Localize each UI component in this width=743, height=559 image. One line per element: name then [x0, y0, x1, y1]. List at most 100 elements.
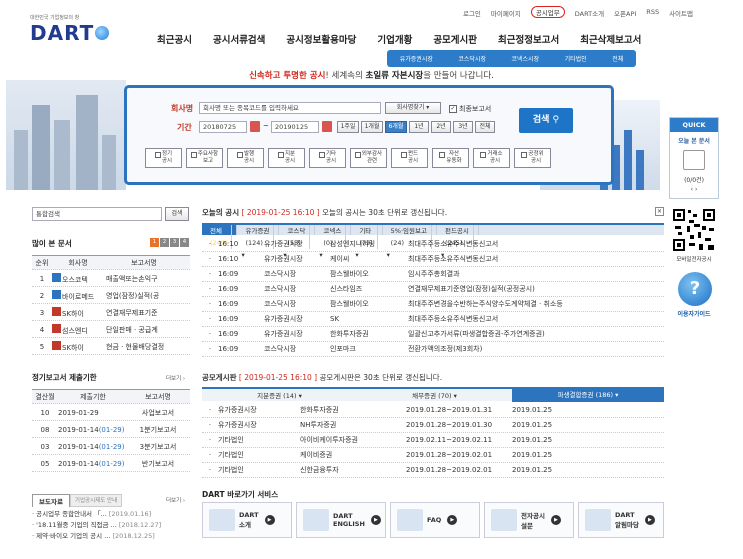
company-input[interactable]: 회사명 또는 종목코드를 입력하세요 [199, 102, 381, 114]
page-2-button[interactable]: 2 [160, 238, 169, 247]
company-cell[interactable]: SK하이 [52, 341, 106, 353]
periodic-more-link[interactable]: 더보기 › [166, 374, 185, 382]
category-ftc[interactable]: 공정위 공시 [514, 148, 551, 168]
tab-kospi[interactable]: 유가증권 (124) ▾ [237, 225, 280, 259]
calendar-icon[interactable] [322, 121, 332, 132]
table-row[interactable]: · 기타법인 아이비케이투자증권 2019.02.11~2019.02.11 2019.… [202, 433, 664, 448]
service-dart-english[interactable]: DART ENGLISH ▶ [296, 502, 386, 538]
report-name[interactable]: 영업(잠정)실적(공 [106, 291, 190, 301]
report-name[interactable]: 단일판매 · 공급계 [106, 325, 190, 335]
company-cell[interactable]: 한화투자증권 [330, 329, 408, 339]
page-3-button[interactable]: 3 [170, 238, 179, 247]
category-abs[interactable]: 자산 유동화 [432, 148, 469, 168]
category-major[interactable]: 주요사항 보고 [186, 148, 223, 168]
list-item[interactable]: · 제약·바이오 기업의 공시 ... [2018.12.25] [32, 531, 190, 542]
top-link-mypage[interactable]: 마이페이지 [491, 8, 521, 18]
subnav-konex[interactable]: 코넥스시장 [511, 54, 539, 63]
report-name[interactable]: 연결재무제표기준 [106, 308, 190, 318]
dart-logo[interactable]: 대한민국 기업정보의 창 DART [30, 14, 110, 45]
period-1week-button[interactable]: 1주일 [337, 121, 359, 133]
company-cell[interactable]: 케이비증권 [300, 450, 406, 460]
report-cell[interactable]: 연결재무제표기준영업(잠정)실적(공정공시) [408, 284, 658, 294]
category-fund[interactable]: 펀드 공시 [391, 148, 428, 168]
page-1-button[interactable]: 1 [150, 238, 159, 247]
integrated-search-button[interactable]: 검색 [165, 207, 189, 221]
company-cell[interactable]: 신한금융투자 [300, 465, 406, 475]
company-cell[interactable]: 아이비케이투자증권 [300, 435, 406, 445]
category-audit[interactable]: 외부감사 관련 [350, 148, 387, 168]
table-row[interactable]: · 16:09 코스닥시장 신스타임즈 연결재무제표기준영업(잠정)실적(공정공시) [202, 282, 664, 297]
company-cell[interactable]: 삼성엔지니어링 [330, 239, 408, 249]
tab-equity[interactable]: 지분증권 (14) ▾ [202, 390, 357, 400]
service-notice[interactable]: DART 알림마당 ▶ [578, 502, 664, 538]
tab-disclosure-guide[interactable]: 기업공시제도 안내 [69, 494, 123, 507]
top-link-login[interactable]: 로그인 [463, 8, 481, 18]
service-survey[interactable]: 전자공시 설문 ▶ [484, 502, 574, 538]
service-dart-intro[interactable]: DART 소개 ▶ [202, 502, 292, 538]
table-row[interactable]: · 16:09 코스닥시장 팜스웰바이오 임시주주총회결과 [202, 267, 664, 282]
calendar-icon[interactable] [250, 121, 260, 132]
period-2year-button[interactable]: 2년 [431, 121, 451, 133]
subnav-other[interactable]: 기타법인 [565, 54, 587, 63]
nav-recent-corrections[interactable]: 최근정정보고서 [498, 32, 559, 46]
category-equity[interactable]: 지분 공시 [268, 148, 305, 168]
press-more-link[interactable]: 더보기 › [166, 496, 185, 504]
report-cell[interactable]: 최대주주등소유주식변동신고서 [408, 254, 658, 264]
tab-derivative[interactable]: 파생결합증권 (186) ▾ [512, 388, 664, 402]
close-icon[interactable]: × [655, 207, 664, 216]
report-cell[interactable]: 전환가액의조정(제3회차) [408, 344, 658, 354]
report-cell[interactable]: 최대주주등소유주식변동신고서 [408, 239, 658, 249]
tab-konex[interactable]: 코넥스 (0) ▾ [315, 225, 352, 259]
report-cell[interactable]: 최대주주등소유주식변동신고서 [408, 314, 658, 324]
table-row[interactable]: · 유가증권시장 NH투자증권 2019.01.28~2019.01.30 2019.0… [202, 418, 664, 433]
company-cell[interactable]: 한화투자증권 [300, 405, 406, 415]
company-cell[interactable]: 오스코텍 [52, 273, 106, 285]
subnav-kospi[interactable]: 유가증권시장 [400, 54, 433, 63]
table-row[interactable]: · 16:10 유가증권시장 케이씨 최대주주등소유주식변동신고서 [202, 252, 664, 267]
category-other[interactable]: 기타 공시 [309, 148, 346, 168]
date-from-input[interactable]: 20180725 [199, 121, 247, 133]
nav-recent-deletions[interactable]: 최근삭제보고서 [580, 32, 641, 46]
table-row[interactable]: 3 SK하이 연결재무제표기준 [32, 306, 190, 321]
period-1year-button[interactable]: 1년 [409, 121, 429, 133]
company-cell[interactable]: 케이씨 [330, 254, 408, 264]
company-cell[interactable]: NH투자증권 [300, 420, 406, 430]
report-name[interactable]: 매출액또는손익구 [106, 274, 190, 284]
list-item[interactable]: · 공시업무 종합안내서 「... [2019.01.16] [32, 509, 190, 520]
table-row[interactable]: 1 오스코텍 매출액또는손익구 [32, 272, 190, 287]
tab-kosdaq[interactable]: 코스닥 (53) ▾ [279, 225, 316, 259]
category-issuance[interactable]: 발행 공시 [227, 148, 264, 168]
table-row[interactable]: · 16:09 코스닥시장 팜스웰바이오 최대주주변경을수반하는주식양수도계약체결 · … [202, 297, 664, 312]
page-4-button[interactable]: 4 [180, 238, 189, 247]
nav-document-search[interactable]: 공시서류검색 [213, 32, 265, 46]
table-row[interactable]: · 유가증권시장 한화투자증권 2019.01.28~2019.01.31 2019.0… [202, 403, 664, 418]
help-icon[interactable]: ? [678, 272, 712, 306]
category-periodic[interactable]: 정기 공시 [145, 148, 182, 168]
company-cell[interactable]: SK하이 [52, 307, 106, 319]
tab-fund[interactable]: 펀드공시 (245) ▾ [437, 225, 479, 259]
period-3year-button[interactable]: 3년 [453, 121, 473, 133]
service-faq[interactable]: FAQ ▶ [390, 502, 480, 538]
period-6month-button[interactable]: 6개월 [385, 121, 407, 133]
integrated-search-input[interactable]: 통합검색 [32, 207, 162, 221]
quick-arrows[interactable]: ‹ › [670, 186, 718, 193]
company-cell[interactable]: 신스타임즈 [330, 284, 408, 294]
report-name[interactable]: 현금 · 현물배당결정 [106, 342, 190, 352]
company-find-button[interactable]: 회사명찾기 ▾ [385, 102, 441, 114]
report-cell[interactable]: 임시주주총회결과 [408, 269, 658, 279]
final-report-checkbox[interactable]: ✓ 최종보고서 [449, 104, 491, 114]
nav-company-overview[interactable]: 기업개황 [377, 32, 412, 46]
company-cell[interactable]: 팜스웰바이오 [330, 269, 408, 279]
category-exchange[interactable]: 거래소 공시 [473, 148, 510, 168]
table-row[interactable]: · 16:09 유가증권시장 SK 최대주주등소유주식변동신고서 [202, 312, 664, 327]
tab-5pct[interactable]: 5%·임원보고 (24) ▾ [383, 225, 437, 259]
company-cell[interactable]: 팜스웰바이오 [330, 299, 408, 309]
report-cell[interactable]: 최대주주변경을수반하는주식양수도계약체결 · 취소등 [408, 299, 658, 309]
subnav-kosdaq[interactable]: 코스닥시장 [458, 54, 486, 63]
table-row[interactable]: · 16:09 코스닥시장 인포마크 전환가액의조정(제3회차) [202, 342, 664, 357]
tab-other[interactable]: 기타 (72) ▾ [351, 225, 383, 259]
table-row[interactable]: 2 바이로메드 영업(잠정)실적(공 [32, 289, 190, 304]
company-cell[interactable]: 바이로메드 [52, 290, 106, 302]
list-item[interactable]: · '18.11월중 기업의 직접금 ... [2018.12.27] [32, 520, 190, 531]
top-link-rss[interactable]: RSS [646, 8, 659, 18]
